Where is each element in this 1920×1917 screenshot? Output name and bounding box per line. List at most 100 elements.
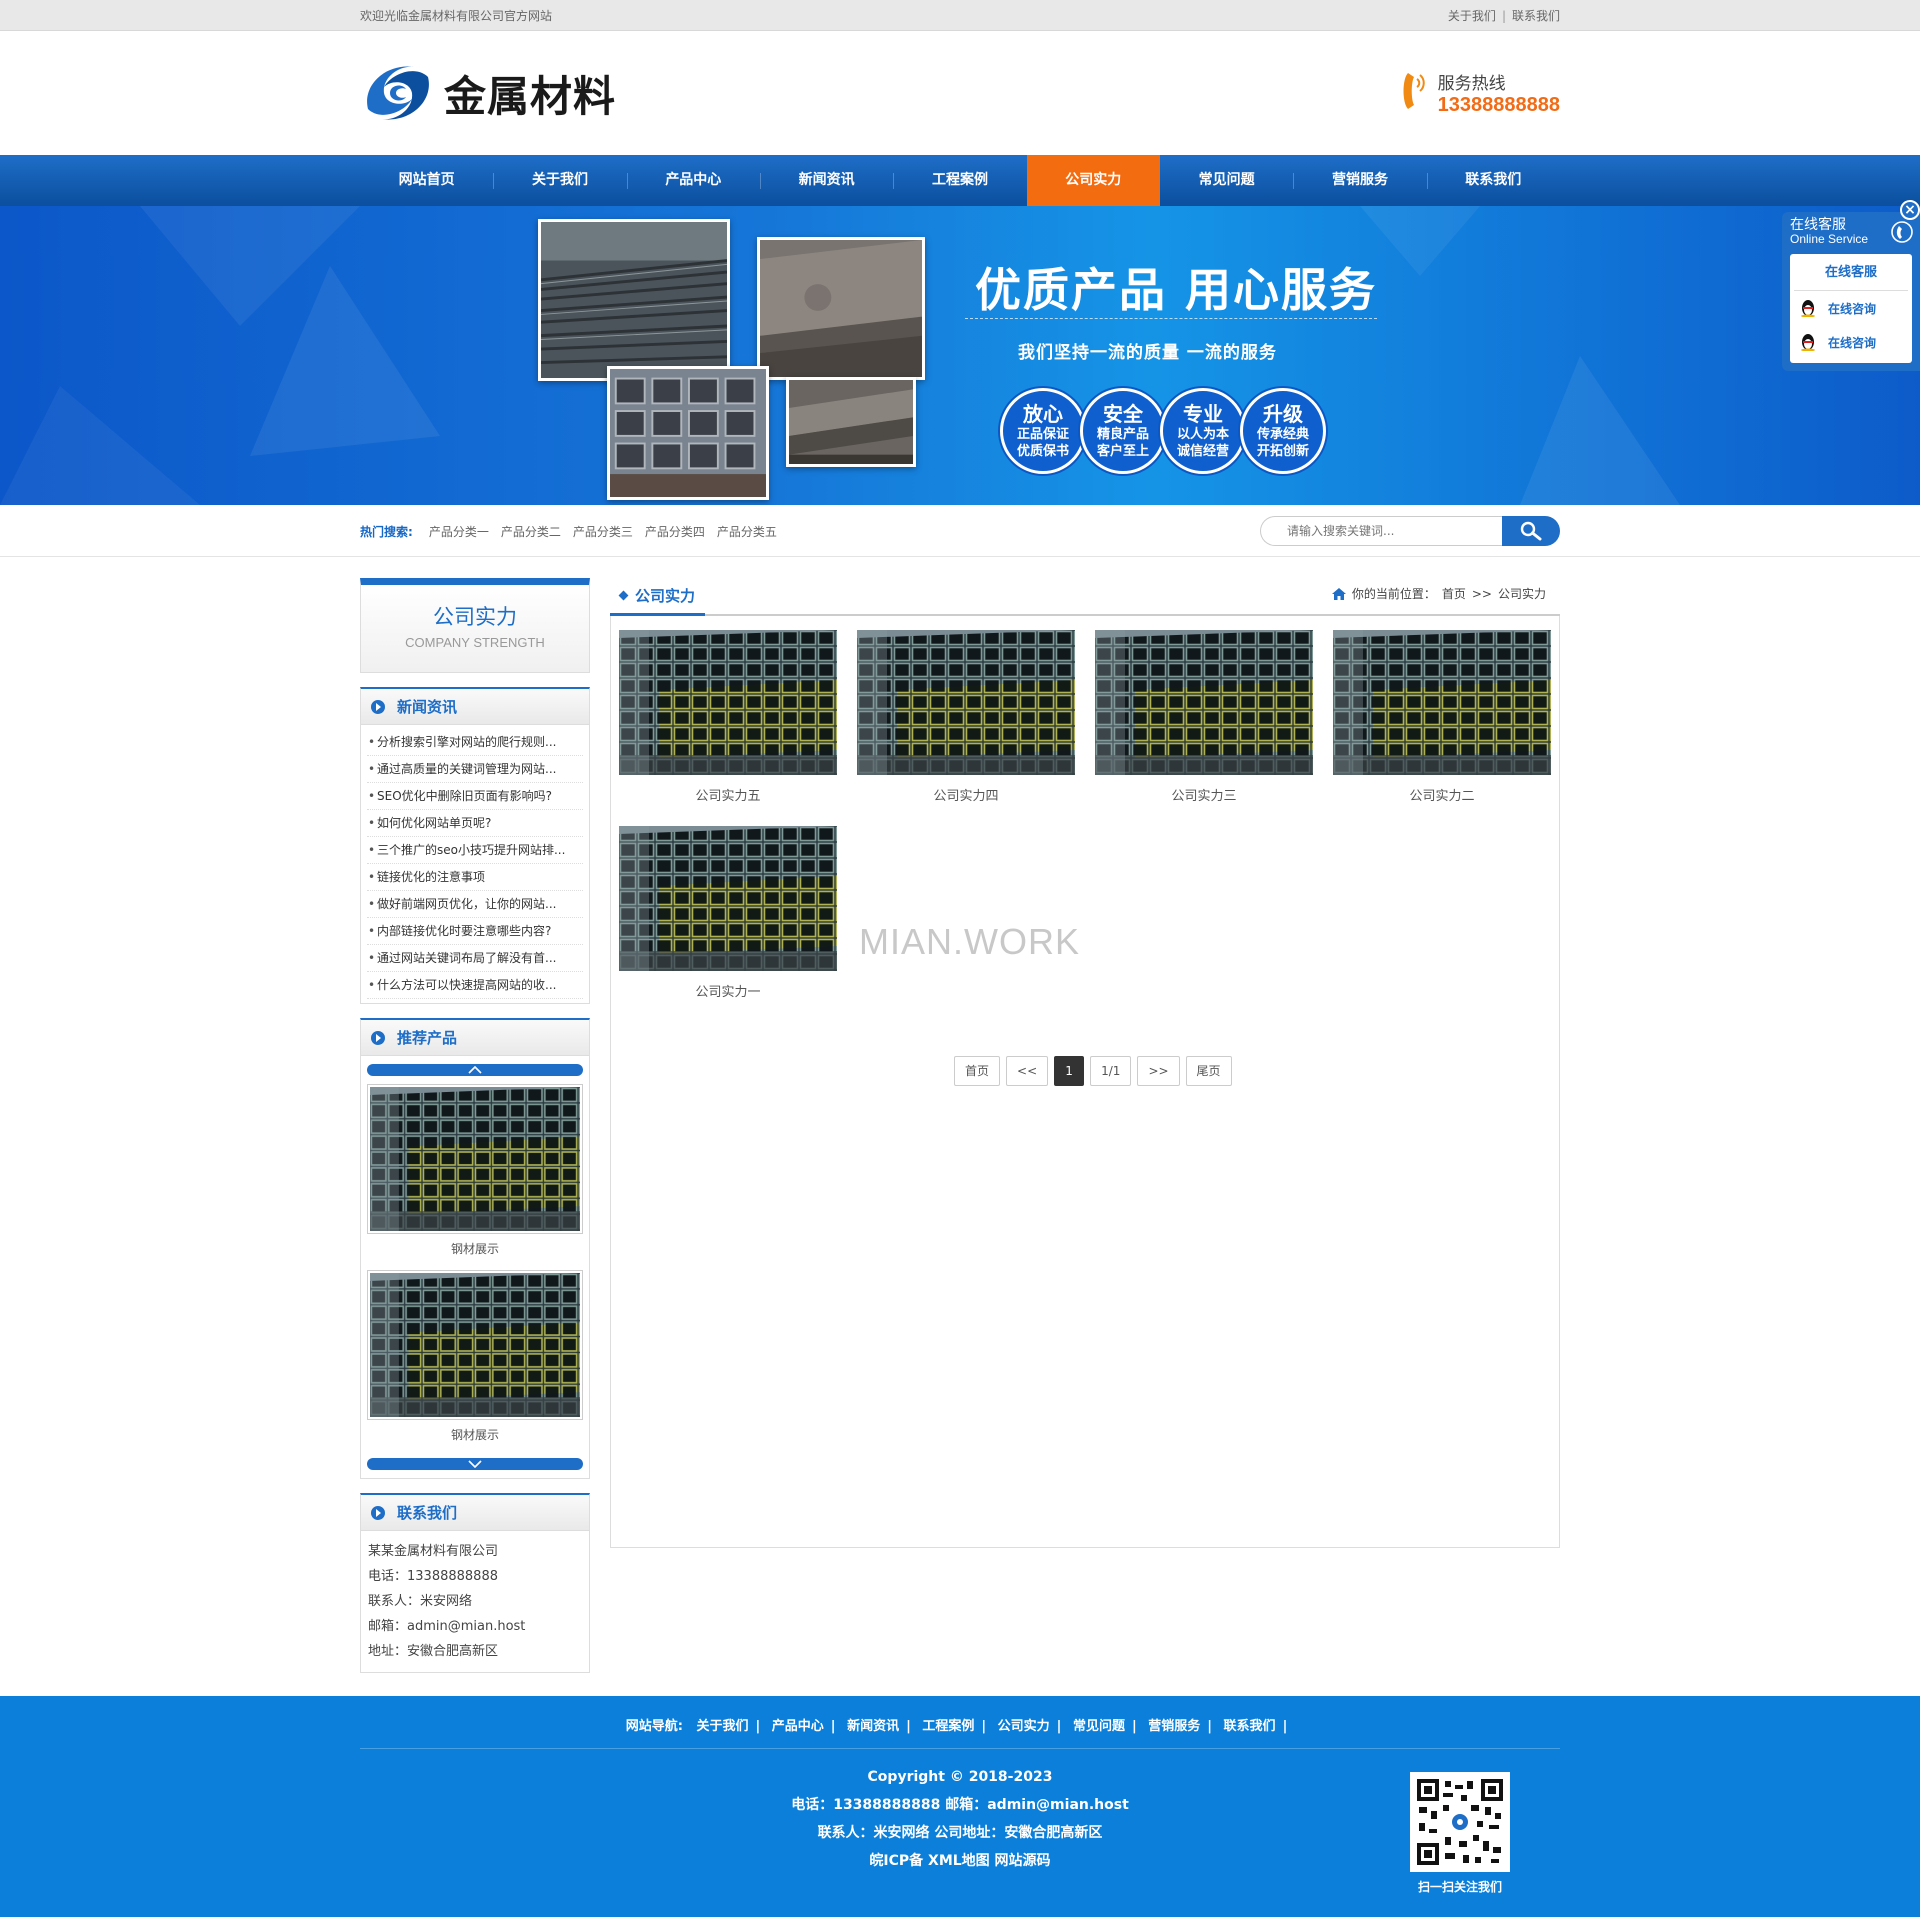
phone-icon — [1891, 221, 1913, 243]
news-item[interactable]: 如何优化网站单页呢? — [367, 810, 583, 837]
contact-person: 联系人：米安网络 — [368, 1594, 473, 1609]
page-prev-button[interactable]: << — [1006, 1056, 1049, 1086]
breadcrumb-current[interactable]: 公司实力 — [1498, 585, 1546, 602]
hotline-label: 服务热线 — [1437, 74, 1506, 94]
badge-line: 精良产品 — [1096, 427, 1149, 442]
banner-divider — [965, 318, 1377, 319]
strength-item[interactable]: 公司实力四 — [857, 630, 1075, 804]
sidebar-category-title: 公司实力 COMPANY STRENGTH — [360, 578, 590, 673]
strength-item[interactable]: 公司实力三 — [1095, 630, 1313, 804]
qrcode-image — [1410, 1772, 1510, 1872]
news-item[interactable]: 三个推广的seo小技巧提升网站排... — [367, 837, 583, 864]
hot-keyword[interactable]: 产品分类三 — [573, 523, 633, 540]
qq-consult-link[interactable]: 在线咨询 — [1790, 291, 1912, 325]
recommend-item[interactable]: 钢材展示 — [367, 1270, 583, 1450]
news-item[interactable]: 做好前端网页优化，让你的网站... — [367, 891, 583, 918]
banner-photo-rebar — [538, 219, 730, 381]
recommend-item[interactable]: 钢材展示 — [367, 1084, 583, 1264]
search-input[interactable] — [1260, 516, 1502, 546]
page-last-button[interactable]: 尾页 — [1185, 1056, 1232, 1086]
top-link-about[interactable]: 关于我们 — [1448, 9, 1496, 23]
page-first-button[interactable]: 首页 — [954, 1056, 1001, 1086]
pagination: 首页 << 1 1/1 >> 尾页 — [954, 1056, 1232, 1086]
hot-keyword[interactable]: 产品分类四 — [645, 523, 705, 540]
sidebar-title-en: COMPANY STRENGTH — [405, 635, 545, 650]
footer-nav-item[interactable]: 关于我们 — [696, 1719, 748, 1734]
banner: 优质产品 用心服务 我们坚持一流的质量 一流的服务 放心 正品保证 优质保书 安… — [0, 206, 1920, 505]
logo-text: 金属材料 — [444, 71, 617, 121]
hot-keyword[interactable]: 产品分类二 — [501, 523, 561, 540]
scroll-up-button[interactable] — [367, 1064, 583, 1076]
breadcrumb-separator: >> — [1471, 586, 1492, 601]
nav-item-home[interactable]: 网站首页 — [360, 155, 493, 206]
qq-consult-label: 在线咨询 — [1828, 301, 1877, 316]
news-item[interactable]: 什么方法可以快速提高网站的收... — [367, 972, 583, 999]
news-item[interactable]: 通过高质量的关键词管理为网站... — [367, 756, 583, 783]
qq-consult-link[interactable]: 在线咨询 — [1790, 325, 1912, 359]
hot-keyword[interactable]: 产品分类一 — [429, 523, 489, 540]
strength-image — [619, 630, 837, 775]
sidebar-news-header: 新闻资讯 — [361, 689, 589, 725]
badge-professional: 专业 以人为本 诚信经营 — [1160, 388, 1246, 474]
sidebar-recommend-title: 推荐产品 — [397, 1029, 458, 1047]
hotline-number: 13388888888 — [1437, 94, 1560, 116]
footer-nav-item[interactable]: 产品中心 — [772, 1719, 824, 1734]
contact-company: 某某金属材料有限公司 — [368, 1544, 499, 1559]
logo[interactable]: 金属材料 — [360, 55, 616, 131]
search-icon — [1520, 521, 1542, 541]
footer-nav-item[interactable]: 工程案例 — [922, 1719, 974, 1734]
nav-item-strength[interactable]: 公司实力 — [1026, 155, 1160, 206]
badge-line: 优质保书 — [1016, 444, 1069, 459]
page-next-button[interactable]: >> — [1137, 1056, 1180, 1086]
breadcrumb-home[interactable]: 首页 — [1442, 585, 1466, 602]
news-item[interactable]: SEO优化中删除旧页面有影响吗? — [367, 783, 583, 810]
footer-contact-line: 电话：13388888888 邮箱：admin@mian.host — [791, 1797, 1129, 1813]
chevron-down-icon — [468, 1460, 482, 1468]
nav-item-marketing[interactable]: 营销服务 — [1293, 155, 1426, 206]
top-bar: 欢迎光临金属材料有限公司官方网站 关于我们 | 联系我们 — [0, 0, 1920, 31]
footer-links-line[interactable]: 皖ICP备 XML地图 网站源码 — [0, 1847, 1920, 1875]
strength-caption: 公司实力四 — [933, 789, 999, 804]
sidebar-contact-title: 联系我们 — [397, 1504, 458, 1522]
footer-nav-item[interactable]: 公司实力 — [998, 1719, 1050, 1734]
banner-background-shapes — [0, 206, 1680, 505]
footer-nav-item[interactable]: 营销服务 — [1148, 1719, 1200, 1734]
nav-item-faq[interactable]: 常见问题 — [1160, 155, 1293, 206]
news-item[interactable]: 通过网站关键词布局了解没有首... — [367, 945, 583, 972]
nav-item-about[interactable]: 关于我们 — [493, 155, 626, 206]
strength-item[interactable]: 公司实力一 — [619, 826, 837, 1000]
footer-nav-item[interactable]: 常见问题 — [1073, 1719, 1125, 1734]
strength-item[interactable]: 公司实力二 — [1333, 630, 1551, 804]
top-links: 关于我们 | 联系我们 — [1448, 7, 1560, 24]
news-item[interactable]: 链接优化的注意事项 — [367, 864, 583, 891]
nav-item-contact[interactable]: 联系我们 — [1426, 155, 1560, 206]
qq-penguin-icon — [1801, 334, 1815, 351]
badge-reliable: 放心 正品保证 优质保书 — [1000, 388, 1086, 474]
page-current[interactable]: 1 — [1054, 1056, 1085, 1086]
contact-email: 邮箱：admin@mian.host — [368, 1619, 526, 1634]
close-icon[interactable]: × — [1900, 200, 1920, 220]
recommend-caption: 钢材展示 — [450, 1428, 499, 1442]
news-item[interactable]: 内部链接优化时要注意哪些内容? — [367, 918, 583, 945]
scroll-down-button[interactable] — [367, 1458, 583, 1470]
nav-item-cases[interactable]: 工程案例 — [893, 155, 1026, 206]
news-item[interactable]: 分析搜索引擎对网站的爬行规则... — [367, 729, 583, 756]
hot-keywords: 热门搜索: 产品分类一 产品分类二 产品分类三 产品分类四 产品分类五 — [360, 523, 789, 540]
search-button[interactable] — [1502, 516, 1560, 546]
footer-nav-item[interactable]: 联系我们 — [1224, 1719, 1276, 1734]
badge-heading: 升级 — [1263, 402, 1303, 426]
phone-icon — [1402, 69, 1428, 117]
badge-heading: 安全 — [1103, 402, 1143, 426]
strength-item[interactable]: 公司实力五 — [619, 630, 837, 804]
hot-keyword[interactable]: 产品分类五 — [717, 523, 777, 540]
top-link-contact[interactable]: 联系我们 — [1512, 9, 1560, 23]
nav-item-news[interactable]: 新闻资讯 — [759, 155, 893, 206]
footer-qrcode: 扫一扫关注我们 — [1410, 1772, 1510, 1895]
search-box — [1260, 516, 1560, 546]
hot-search-label: 热门搜索: — [360, 524, 413, 539]
nav-item-products[interactable]: 产品中心 — [626, 155, 760, 206]
footer: 网站导航: 关于我们 | 产品中心 | 新闻资讯 | 工程案例 | 公司实力 | 常见问题… — [0, 1696, 1920, 1917]
footer-nav-item[interactable]: 新闻资讯 — [847, 1719, 899, 1734]
strength-grid: 公司实力五 公司实力四 公司实力三 公司实力二 公司实力一 — [619, 630, 1551, 1000]
footer-info: Copyright © 2018-2023 电话：13388888888 邮箱：… — [0, 1763, 1920, 1875]
